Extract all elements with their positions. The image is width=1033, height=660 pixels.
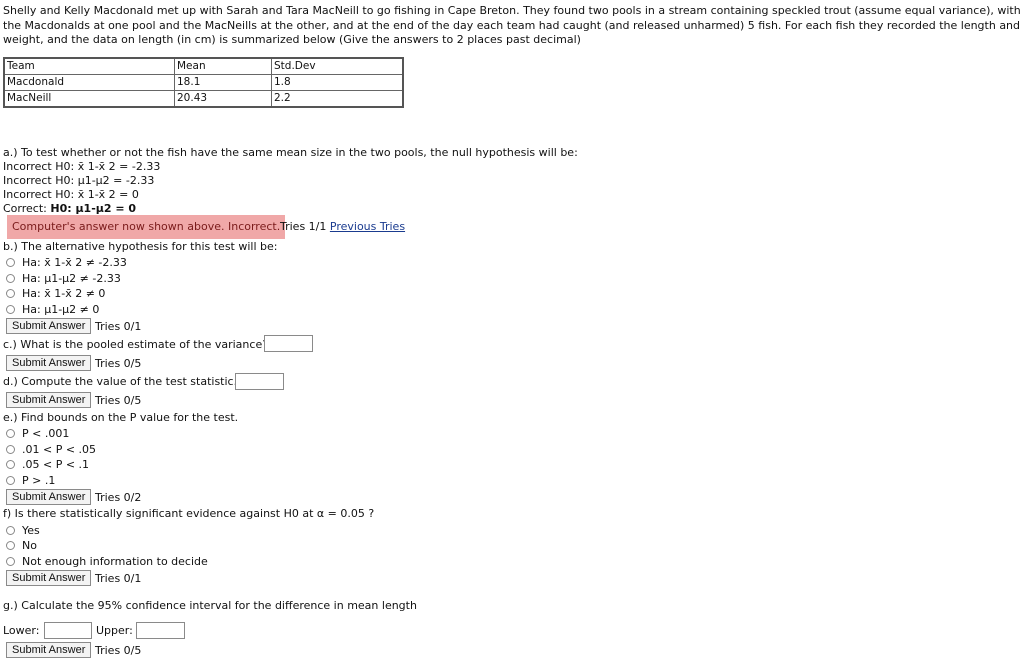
radio-button[interactable] [6, 428, 15, 438]
part-a-tries: Tries 1/1 Previous Tries [280, 220, 405, 233]
part-a-feedback: Incorrect H0: x̄ 1-x̄ 2 = -2.33 [3, 160, 161, 173]
part-f-submit-button[interactable]: Submit Answer [6, 570, 92, 586]
radio-button[interactable] [6, 459, 15, 469]
option-label: .05 < P < .1 [22, 457, 90, 471]
lower-label: Lower: [3, 624, 40, 637]
correct-answer: H0: μ1-μ2 = 0 [50, 202, 137, 215]
part-e-tries: Tries 0/2 [95, 491, 142, 504]
incorrect-status-badge: Computer's answer now shown above. Incor… [7, 215, 286, 239]
table-row: MacNeill 20.43 2.2 [3, 90, 404, 108]
part-e-option[interactable]: .01 < P < .05 [6, 442, 96, 456]
table-header: Std.Dev [271, 57, 404, 75]
upper-bound-input[interactable] [136, 622, 185, 639]
option-label: Ha: x̄ 1-x̄ 2 ≠ 0 [22, 286, 106, 300]
radio-button[interactable] [6, 525, 15, 535]
part-e-option[interactable]: P > .1 [6, 473, 55, 487]
summary-table: Team Mean Std.Dev Macdonald 18.1 1.8 Mac… [3, 57, 404, 108]
table-cell: 20.43 [174, 90, 272, 108]
problem-intro: Shelly and Kelly Macdonald met up with S… [3, 4, 1021, 46]
radio-button[interactable] [6, 556, 15, 566]
radio-button[interactable] [6, 304, 15, 314]
part-f-option[interactable]: Not enough information to decide [6, 554, 208, 568]
part-b-option[interactable]: Ha: x̄ 1-x̄ 2 ≠ 0 [6, 286, 105, 300]
pooled-variance-input[interactable] [264, 335, 313, 352]
part-a-question: a.) To test whether or not the fish have… [3, 146, 578, 159]
option-label: Ha: μ1-μ2 ≠ -2.33 [22, 271, 121, 285]
part-e-option[interactable]: .05 < P < .1 [6, 457, 89, 471]
table-cell: Macdonald [3, 74, 175, 91]
part-f-option[interactable]: Yes [6, 523, 40, 537]
upper-label: Upper: [96, 624, 133, 637]
radio-button[interactable] [6, 257, 15, 267]
table-row: Macdonald 18.1 1.8 [3, 74, 404, 91]
part-c-tries: Tries 0/5 [95, 357, 142, 370]
option-label: .01 < P < .05 [22, 442, 97, 456]
radio-button[interactable] [6, 540, 15, 550]
option-label: Not enough information to decide [22, 554, 208, 568]
part-g-submit-button[interactable]: Submit Answer [6, 642, 92, 658]
option-label: P < .001 [22, 426, 70, 440]
part-e-question: e.) Find bounds on the P value for the t… [3, 411, 239, 424]
table-cell: 1.8 [271, 74, 404, 91]
part-a-feedback: Incorrect H0: μ1-μ2 = -2.33 [3, 174, 155, 187]
part-b-option[interactable]: Ha: μ1-μ2 ≠ -2.33 [6, 271, 121, 285]
part-d-submit-button[interactable]: Submit Answer [6, 392, 92, 408]
radio-button[interactable] [6, 288, 15, 298]
option-label: No [22, 538, 37, 552]
part-a-feedback: Incorrect H0: x̄ 1-x̄ 2 = 0 [3, 188, 139, 201]
part-b-option[interactable]: Ha: x̄ 1-x̄ 2 ≠ -2.33 [6, 255, 127, 269]
part-e-option[interactable]: P < .001 [6, 426, 69, 440]
option-label: Ha: μ1-μ2 ≠ 0 [22, 302, 100, 316]
radio-button[interactable] [6, 444, 15, 454]
previous-tries-link[interactable]: Previous Tries [330, 220, 405, 233]
test-statistic-input[interactable] [235, 373, 284, 390]
part-d-question: d.) Compute the value of the test statis… [3, 375, 238, 388]
part-e-submit-button[interactable]: Submit Answer [6, 489, 92, 505]
lower-bound-input[interactable] [44, 622, 92, 639]
radio-button[interactable] [6, 273, 15, 283]
table-header-row: Team Mean Std.Dev [3, 57, 404, 75]
option-label: Yes [22, 523, 40, 537]
option-label: Ha: x̄ 1-x̄ 2 ≠ -2.33 [22, 255, 127, 269]
table-header: Mean [174, 57, 272, 75]
part-f-question: f) Is there statistically significant ev… [3, 507, 375, 520]
part-c-question: c.) What is the pooled estimate of the v… [3, 338, 269, 351]
part-b-question: b.) The alternative hypothesis for this … [3, 240, 278, 253]
part-c-submit-button[interactable]: Submit Answer [6, 355, 92, 371]
part-f-tries: Tries 0/1 [95, 572, 142, 585]
part-b-submit-button[interactable]: Submit Answer [6, 318, 92, 334]
part-b-tries: Tries 0/1 [95, 320, 142, 333]
radio-button[interactable] [6, 475, 15, 485]
part-a-correct: Correct: H0: μ1-μ2 = 0 [3, 202, 136, 216]
part-g-tries: Tries 0/5 [95, 644, 142, 657]
part-b-option[interactable]: Ha: μ1-μ2 ≠ 0 [6, 302, 99, 316]
tries-count: Tries 1/1 [280, 220, 327, 233]
part-g-question: g.) Calculate the 95% confidence interva… [3, 599, 417, 612]
table-cell: 18.1 [174, 74, 272, 91]
table-cell: 2.2 [271, 90, 404, 108]
part-f-option[interactable]: No [6, 538, 37, 552]
table-cell: MacNeill [3, 90, 175, 108]
part-d-tries: Tries 0/5 [95, 394, 142, 407]
table-header: Team [3, 57, 175, 75]
correct-label: Correct: [3, 202, 51, 215]
option-label: P > .1 [22, 473, 56, 487]
